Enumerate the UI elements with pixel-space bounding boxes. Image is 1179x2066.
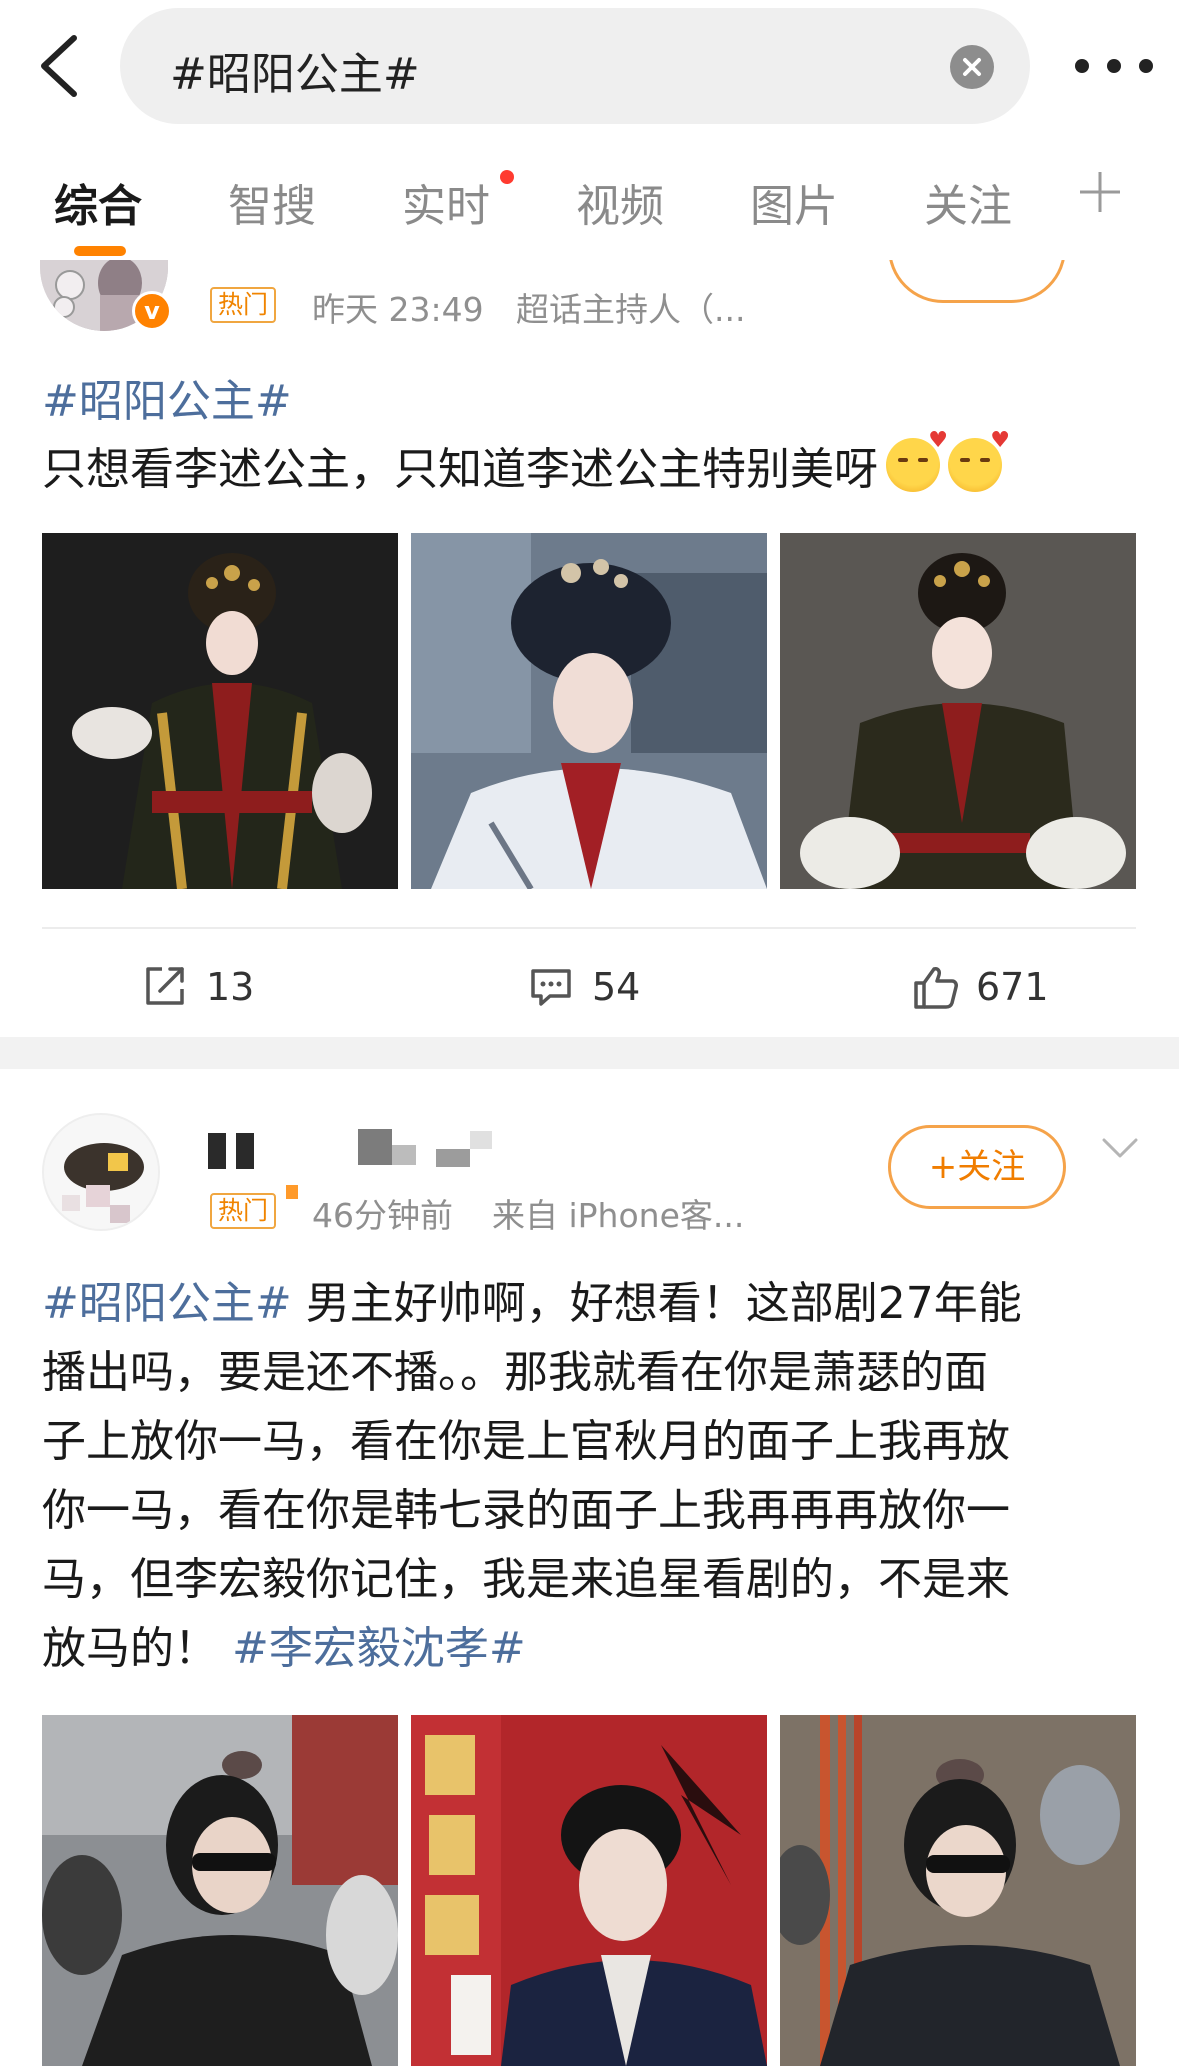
post-text: #昭阳公主# 男主好帅啊，好想看！这部剧27年能 播出吗，要是还不播。。那我就看… [42,1269,1142,1683]
back-button[interactable] [26,24,106,108]
post-image[interactable] [42,1715,398,2066]
clear-search-button[interactable] [950,45,994,89]
follow-button[interactable] [888,255,1066,303]
costume-portrait-image [42,533,398,889]
feed-post[interactable]: 热门 46分钟前 来自 iPhone客... +关注 #昭阳公主# 男主好帅啊，… [0,1069,1179,2066]
divider [42,927,1136,929]
post-text-line: 你一马，看在你是韩七录的面子上我再再再放你一 [42,1485,1010,1536]
post-image[interactable] [411,1715,767,2066]
add-tab-button[interactable] [1072,164,1128,220]
thumbs-up-icon [914,967,958,1009]
username-censor [470,1131,492,1149]
username-censor [436,1149,470,1167]
post-image[interactable] [42,533,398,889]
post-image[interactable] [780,533,1136,889]
like-count: 671 [976,965,1049,1009]
tab-smart-search[interactable]: 智搜 [228,170,316,234]
post-text-line: 播出吗，要是还不播。。那我就看在你是萧瑟的面 [42,1347,988,1398]
post-text-line: 马，但李宏毅你记住，我是来追星看剧的，不是来 [42,1554,1010,1605]
username-censor [286,1185,298,1199]
new-content-dot [500,170,514,184]
post-text-line: #昭阳公主# 男主好帅啊，好想看！这部剧27年能 [42,1269,1142,1338]
post-separator [0,1037,1179,1069]
hashtag-link[interactable]: #昭阳公主# [42,1278,292,1329]
author-role: 超话主持人（... [516,290,746,329]
costume-portrait-image [780,533,1136,889]
username-censor [358,1129,392,1165]
post-text-line: 子上放你一马，看在你是上官秋月的面子上我再放 [42,1416,1010,1467]
post-time: 46分钟前 [312,1196,453,1235]
post-menu-button[interactable] [1100,1131,1140,1165]
tab-following[interactable]: 关注 [924,170,1012,234]
post-image[interactable] [780,1715,1136,2066]
costume-portrait-image [411,533,767,889]
post-text-segment: 放马的！ [42,1623,218,1674]
username-censor [208,1133,226,1169]
smiling-face-with-hearts-icon [886,428,948,492]
search-query: #昭阳公主# [170,49,420,100]
post-text-line: 放马的！ #李宏毅沈孝# [42,1614,1142,1683]
search-tabs: 综合 智搜 实时 视频 图片 关注 [0,150,1179,260]
hashtag-link[interactable]: #李宏毅沈孝# [218,1623,526,1674]
post-image[interactable] [411,533,767,889]
active-tab-indicator [74,246,126,256]
repost-count: 13 [206,965,255,1009]
back-arrow-icon [41,35,77,97]
post-text-content: 只想看李述公主，只知道李述公主特别美呀 [42,444,878,495]
comment-icon [531,969,571,1006]
actor-photo-image [780,1715,1136,2066]
smiling-face-with-hearts-icon [948,428,1010,492]
drama-poster-image [411,1715,767,2066]
tab-pictures[interactable]: 图片 [750,170,838,234]
avatar[interactable] [42,1113,160,1231]
tab-video[interactable]: 视频 [576,170,664,234]
feed-post[interactable]: v 热门 昨天 23:49 超话主持人（... #昭阳公主# 只想看李述公主，只… [0,255,1179,1037]
post-text: 只想看李述公主，只知道李述公主特别美呀 [42,428,1010,497]
more-dots-icon [1075,59,1153,73]
verified-badge-icon: v [132,291,172,331]
more-options-button[interactable] [1064,40,1164,92]
comment-count: 54 [592,965,641,1009]
avatar-image [44,1115,158,1229]
follow-button[interactable]: +关注 [888,1125,1066,1209]
username-censor [392,1145,416,1165]
hot-badge: 热门 [210,1193,277,1229]
hashtag-link[interactable]: #昭阳公主# [42,365,292,429]
search-header: #昭阳公主# [0,0,1179,140]
post-source: 来自 iPhone客... [492,1196,745,1235]
hot-badge: 热门 [210,287,277,323]
repost-icon [146,967,184,1005]
post-time: 昨天 23:49 [312,290,484,329]
actor-photo-image [42,1715,398,2066]
app-root: #昭阳公主# 综合 智搜 实时 视频 图片 关注 v 热门 昨天 23:49 超… [0,0,1179,2066]
close-icon [963,58,981,76]
tab-realtime[interactable]: 实时 [402,170,490,234]
comment-button[interactable]: 54 [528,959,678,1015]
tab-comprehensive[interactable]: 综合 [54,170,142,234]
username-censor [236,1133,254,1169]
repost-button[interactable]: 13 [142,959,292,1015]
plus-icon [1080,172,1120,212]
post-text-segment: 男主好帅啊，好想看！这部剧27年能 [291,1278,1022,1329]
search-input[interactable]: #昭阳公主# [120,8,1030,124]
like-button[interactable]: 671 [912,959,1072,1015]
chevron-down-icon [1102,1138,1138,1158]
